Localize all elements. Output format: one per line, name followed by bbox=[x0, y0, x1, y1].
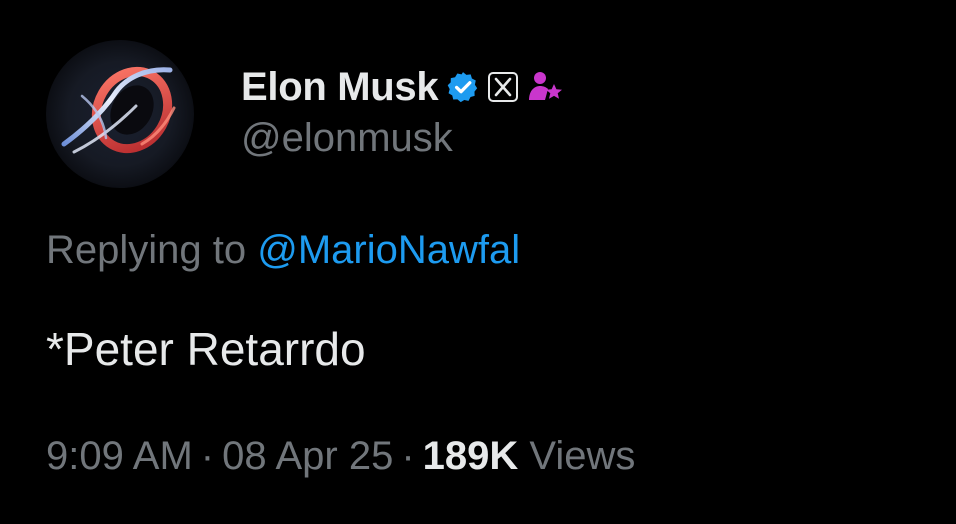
reply-to-handle-link[interactable]: @MarioNawfal bbox=[257, 228, 520, 272]
avatar-image bbox=[46, 40, 194, 188]
views-label: Views bbox=[529, 434, 636, 478]
meta-separator: · bbox=[200, 434, 215, 478]
x-affiliate-badge-icon[interactable] bbox=[488, 72, 519, 102]
tweet-date[interactable]: 08 Apr 25 bbox=[222, 434, 393, 478]
tweet-meta: 9:09 AM · 08 Apr 25 · 189K Views bbox=[46, 434, 635, 479]
reply-context: Replying to @MarioNawfal bbox=[46, 228, 520, 273]
views-count: 189K bbox=[422, 434, 519, 478]
author-avatar[interactable] bbox=[46, 40, 194, 188]
tweet-views[interactable]: 189K Views bbox=[423, 434, 636, 478]
tweet: Elon Musk @elonmusk Replying to @MarioNa… bbox=[0, 0, 956, 524]
subscriber-star-icon[interactable] bbox=[526, 68, 564, 106]
tweet-text: *Peter Retarrdo bbox=[46, 323, 366, 375]
author-display-name[interactable]: Elon Musk bbox=[241, 65, 439, 110]
author-handle[interactable]: @elonmusk bbox=[241, 116, 453, 161]
reply-prefix: Replying to bbox=[46, 228, 258, 272]
verified-badge-icon[interactable] bbox=[446, 70, 480, 104]
author-name-row: Elon Musk bbox=[241, 62, 564, 112]
meta-separator: · bbox=[401, 434, 415, 478]
tweet-time[interactable]: 9:09 AM bbox=[46, 434, 193, 478]
